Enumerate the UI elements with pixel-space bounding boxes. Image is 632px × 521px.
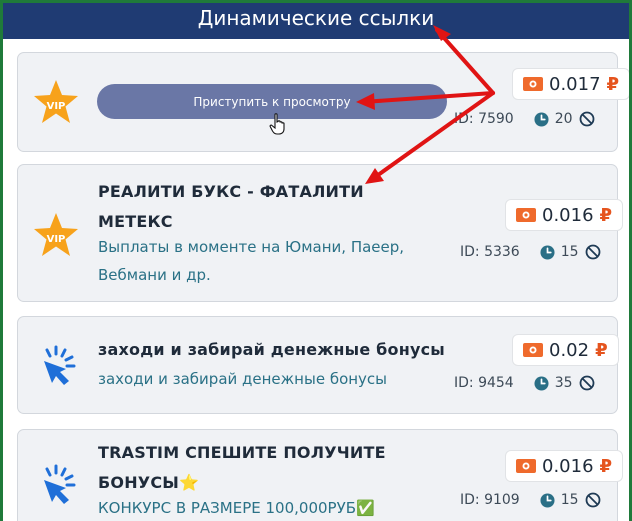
- task-id: ID: 5336: [460, 244, 520, 260]
- clock-icon: [534, 111, 549, 127]
- hand-pointer-icon: [269, 113, 285, 135]
- click-cursor-icon: [44, 345, 76, 385]
- price-value: 0.016: [542, 455, 594, 477]
- task-id: ID: 7590: [454, 111, 514, 127]
- ruble-sign: ₽: [606, 73, 620, 95]
- task-meta: ID: 9454 35: [454, 375, 595, 391]
- task-title[interactable]: РЕАЛИТИ БУКС - ФАТАЛИТИ МЕТЕКС: [98, 177, 364, 237]
- task-id: ID: 9454: [454, 375, 514, 391]
- money-icon: [523, 343, 543, 357]
- money-icon: [523, 77, 543, 91]
- task-card[interactable]: TRASTIM СПЕШИТЕ ПОЛУЧИТЕ БОНУСЫ⭐ КОНКУРС…: [17, 429, 624, 521]
- price-badge: 0.016 ₽: [505, 199, 624, 231]
- price-value: 0.017: [549, 73, 601, 95]
- task-card[interactable]: заходи и забирай денежные бонусы заходи …: [17, 316, 619, 414]
- ruble-sign: ₽: [599, 204, 613, 226]
- click-cursor-icon: [44, 464, 76, 504]
- timer-seconds: 20: [554, 111, 573, 127]
- price-value: 0.02: [549, 339, 590, 361]
- task-description: заходи и забирай денежные бонусы: [98, 370, 388, 388]
- task-desc-line: Выплаты в моменте на Юмани, Паеер,: [98, 238, 405, 256]
- task-meta: ID: 7590 20: [454, 111, 595, 127]
- hide-icon[interactable]: [585, 492, 601, 508]
- ruble-sign: ₽: [595, 339, 608, 361]
- task-title[interactable]: TRASTIM СПЕШИТЕ ПОЛУЧИТЕ БОНУСЫ⭐: [98, 438, 386, 498]
- task-title[interactable]: заходи и забирай денежные бонусы: [98, 335, 445, 365]
- hide-icon[interactable]: [585, 244, 601, 260]
- page-title: Динамические ссылки: [197, 6, 435, 30]
- clock-icon: [540, 244, 555, 260]
- ruble-sign: ₽: [599, 455, 613, 477]
- money-icon: [516, 459, 536, 473]
- timer-seconds: 15: [560, 244, 579, 260]
- money-icon: [516, 208, 536, 222]
- task-desc-line: Вебмани и др.: [98, 266, 211, 284]
- timer-seconds: 35: [554, 375, 573, 391]
- vip-star-icon: VIP: [34, 213, 78, 256]
- task-card[interactable]: VIP Приступить к просмотру 0.017 ₽ ID: 7…: [17, 52, 629, 152]
- star-emoji-icon: ⭐: [179, 473, 200, 492]
- price-badge: 0.02 ₽: [512, 334, 619, 366]
- task-card[interactable]: VIP РЕАЛИТИ БУКС - ФАТАЛИТИ МЕТЕКС Выпла…: [17, 164, 624, 302]
- task-desc-line: КОНКУРС В РАЗМЕРЕ 100,000РУБ: [98, 499, 357, 517]
- task-meta: ID: 9109 15: [460, 492, 601, 508]
- hide-icon[interactable]: [579, 111, 595, 127]
- hide-icon[interactable]: [579, 375, 595, 391]
- price-badge: 0.016 ₽: [505, 450, 624, 482]
- header-bar: Динамические ссылки: [3, 3, 629, 39]
- task-title-line: РЕАЛИТИ БУКС - ФАТАЛИТИ: [98, 182, 364, 201]
- task-title-line: TRASTIM СПЕШИТЕ ПОЛУЧИТЕ: [98, 443, 386, 462]
- svg-text:VIP: VIP: [47, 234, 66, 245]
- task-description: КОНКУРС В РАЗМЕРЕ 100,000РУБ✅: [98, 494, 375, 521]
- task-meta: ID: 5336 15: [460, 244, 601, 260]
- svg-text:VIP: VIP: [47, 101, 66, 112]
- vip-star-icon: VIP: [34, 80, 78, 123]
- price-badge: 0.017 ₽: [512, 68, 629, 100]
- price-value: 0.016: [542, 204, 594, 226]
- clock-icon: [534, 375, 549, 391]
- task-id: ID: 9109: [460, 492, 520, 508]
- page-frame: Динамические ссылки VIP Приступить к про…: [3, 3, 629, 521]
- task-description: Выплаты в моменте на Юмани, Паеер, Вебма…: [98, 233, 404, 289]
- timer-seconds: 15: [560, 492, 579, 508]
- checkmark-emoji-icon: ✅: [356, 499, 375, 517]
- clock-icon: [540, 492, 555, 508]
- task-title-line: БОНУСЫ: [98, 473, 180, 492]
